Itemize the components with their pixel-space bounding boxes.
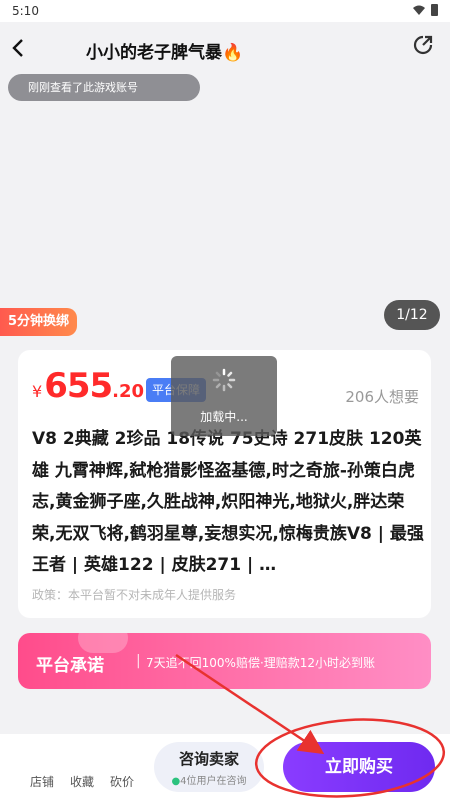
buy-now-button[interactable]: 立即购买 [283,742,435,792]
status-icons [413,4,438,16]
status-bar: 5:10 [0,0,450,22]
promise-text: 7天追不回100%赔偿·理赔款12小时必到账 [146,656,376,670]
online-dot-icon: ● [171,776,181,787]
price-decimal: .20 [112,381,145,402]
account-image-gallery[interactable]: 刚刚查看了此游戏账号 5分钟换绑 1/12 [0,74,450,344]
loading-toast: 加载中... [171,356,277,436]
wants-count: 206人想要 [345,388,419,406]
bargain-button[interactable]: 砍价 [110,773,134,790]
recent-view-toast: 刚刚查看了此游戏账号 [8,74,200,101]
wifi-icon [413,5,425,15]
favorite-button[interactable]: 收藏 [70,773,94,790]
promise-decoration [78,633,128,653]
promise-separator: | [136,653,141,669]
rebind-badge: 5分钟换绑 [0,308,78,336]
bottom-action-bar: 店铺 收藏 砍价 咨询卖家 ●4位用户在咨询 立即购买 [0,734,450,800]
price-currency: ¥ [32,382,43,401]
platform-promise-banner[interactable]: 平台承诺 | 7天追不回100%赔偿·理赔款12小时必到账 [18,633,431,689]
shop-button[interactable]: 店铺 [30,773,54,790]
battery-icon [431,4,438,16]
chevron-left-icon [12,39,23,57]
loading-spinner-icon [212,368,236,392]
back-button[interactable] [10,34,34,62]
image-page-counter: 1/12 [384,300,440,330]
share-button[interactable] [412,34,436,58]
consult-seller-label: 咨询卖家 [178,750,239,768]
status-time: 5:10 [12,4,39,18]
price-integer: 655 [44,366,113,406]
consult-seller-button[interactable]: 咨询卖家 ●4位用户在咨询 [154,742,264,792]
promise-title: 平台承诺 [36,656,104,676]
consult-users-count: ●4位用户在咨询 [154,772,264,787]
account-description: V8 2典藏 2珍品 18传说 75史诗 271皮肤 120英雄 九霄神辉,弑枪… [32,429,424,575]
share-icon [413,35,433,55]
page-title: 小小的老子脾气暴🔥 [86,43,244,63]
loading-text: 加载中... [200,410,248,424]
consult-users-text: 4位用户在咨询 [180,776,247,787]
nav-bar: 小小的老子脾气暴🔥 [0,22,450,74]
price: ¥ 655 .20 [32,366,144,412]
policy-note: 政策：本平台暂不对未成年人提供服务 [32,588,237,602]
